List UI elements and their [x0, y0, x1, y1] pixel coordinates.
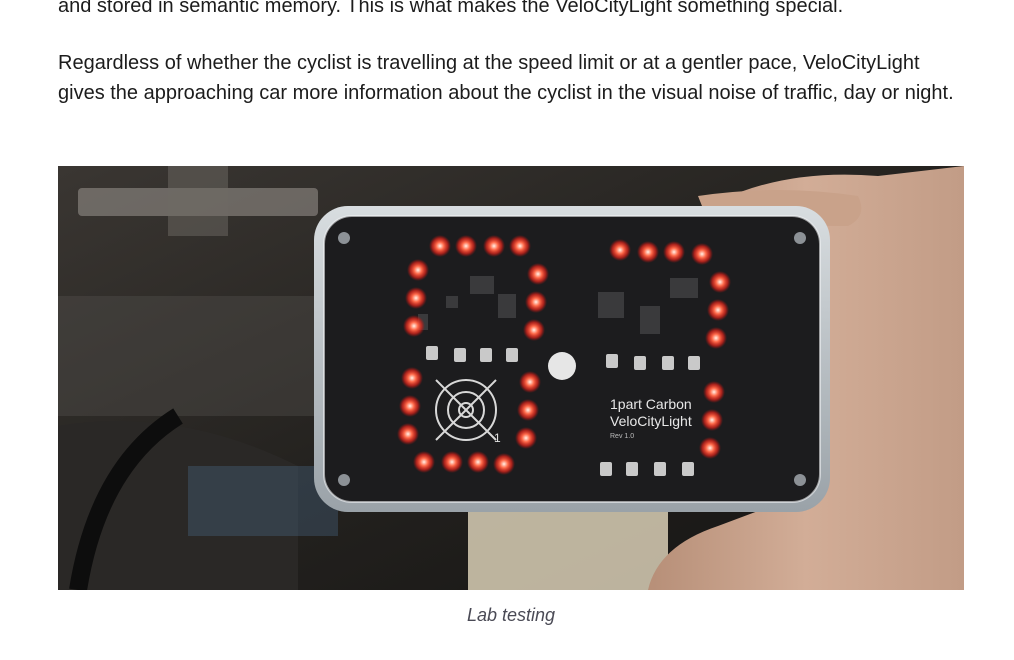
lab-testing-photo: 1part Carbon VeloCityLight Rev 1.0 1: [58, 166, 964, 590]
bg-block: [168, 166, 228, 236]
figure-caption: Lab testing: [466, 605, 556, 625]
paragraph-semantic-memory: and stored in semantic memory. This is w…: [58, 0, 844, 17]
pcb-product-text: VeloCityLight: [610, 413, 692, 429]
bg-wall: [58, 296, 318, 416]
pcb-brand-text: 1part Carbon: [610, 396, 692, 412]
bg-wooden-block: [468, 506, 668, 590]
paragraph-visual-noise: Regardless of whether the cyclist is tra…: [58, 52, 954, 104]
pcb-mark-text: 1: [494, 431, 501, 445]
velocitylight-device-image: 1part Carbon VeloCityLight Rev 1.0 1: [58, 166, 964, 590]
light-sensor: [548, 352, 576, 380]
pcb-rev-text: Rev 1.0: [610, 433, 634, 440]
